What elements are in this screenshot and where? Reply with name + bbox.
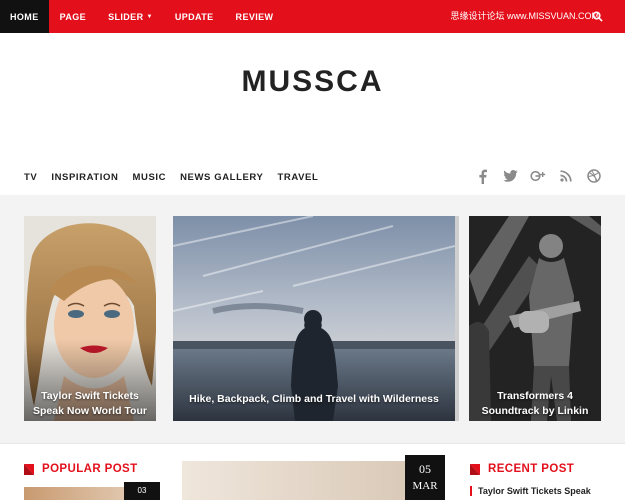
social-links — [463, 167, 603, 185]
cat-music[interactable]: MUSIC — [132, 172, 166, 183]
nav-page-label: PAGE — [59, 11, 87, 22]
nav-update[interactable]: UPDATE — [164, 0, 225, 33]
caption-line: Speak Now World Tour — [33, 405, 147, 417]
slider-divider — [0, 443, 625, 444]
nav-review[interactable]: REVIEW — [225, 0, 285, 33]
search-icon[interactable] — [592, 11, 603, 22]
heading-mark-icon — [470, 463, 480, 475]
top-nav: HOME PAGE SLIDER ▼ UPDATE REVIEW — [0, 0, 284, 33]
google-plus-icon[interactable] — [529, 167, 547, 185]
cat-travel[interactable]: TRAVEL — [277, 172, 318, 183]
slide-hike-backpack[interactable]: Hike, Backpack, Climb and Travel with Wi… — [173, 216, 455, 421]
caption-line: Soundtrack by Linkin — [481, 405, 589, 417]
facebook-icon[interactable] — [473, 167, 491, 185]
recent-post-item[interactable]: Taylor Swift Tickets Speak — [470, 486, 591, 496]
twitter-icon[interactable] — [501, 167, 519, 185]
heading-mark-icon — [24, 463, 34, 475]
site-logo[interactable]: MUSSCA — [0, 65, 625, 99]
date-day: 03 — [137, 486, 147, 495]
date-day: 05 — [419, 462, 431, 476]
dribbble-icon[interactable] — [585, 167, 603, 185]
recent-post-heading: RECENT POST — [470, 463, 574, 475]
slide-caption: Hike, Backpack, Climb and Travel with Wi… — [173, 392, 455, 407]
popular-post-title: POPULAR POST — [42, 463, 138, 475]
slide-transformers-4[interactable]: Transformers 4 Soundtrack by Linkin — [469, 216, 601, 421]
nav-home[interactable]: HOME — [0, 0, 49, 33]
cat-news-gallery[interactable]: NEWS GALLERY — [180, 172, 263, 183]
nav-update-label: UPDATE — [174, 11, 214, 22]
cat-tv[interactable]: TV — [24, 172, 37, 183]
featured-post-date: 05 MAR — [405, 455, 445, 500]
recent-post-title: RECENT POST — [488, 463, 575, 475]
chevron-down-icon: ▼ — [146, 13, 153, 20]
popular-post-date: 03 — [124, 482, 160, 500]
nav-slider-label: SLIDER — [108, 11, 144, 22]
category-nav: TV INSPIRATION MUSIC NEWS GALLERY TRAVEL — [24, 172, 332, 183]
caption-line: Hike, Backpack, Climb and Travel with Wi… — [189, 393, 439, 405]
watermark-text: 思缘设计论坛 www.MISSVUAN.COM — [450, 11, 599, 21]
nav-page[interactable]: PAGE — [49, 0, 97, 33]
slide-shadow — [455, 216, 459, 421]
date-month: MAR — [412, 480, 438, 492]
caption-line: Taylor Swift Tickets — [41, 390, 139, 402]
nav-home-label: HOME — [10, 11, 39, 22]
rss-icon[interactable] — [557, 167, 575, 185]
slide-caption: Taylor Swift Tickets Speak Now World Tou… — [24, 389, 156, 419]
caption-line: Transformers 4 — [497, 390, 573, 402]
slide-taylor-swift[interactable]: Taylor Swift Tickets Speak Now World Tou… — [24, 216, 156, 421]
nav-review-label: REVIEW — [235, 11, 274, 22]
slide-image-landscape — [173, 216, 455, 421]
featured-post-image[interactable] — [182, 461, 442, 500]
popular-post-heading: POPULAR POST — [24, 463, 138, 475]
nav-slider[interactable]: SLIDER ▼ — [97, 0, 164, 33]
slide-caption: Transformers 4 Soundtrack by Linkin — [469, 389, 601, 419]
cat-inspiration[interactable]: INSPIRATION — [51, 172, 118, 183]
